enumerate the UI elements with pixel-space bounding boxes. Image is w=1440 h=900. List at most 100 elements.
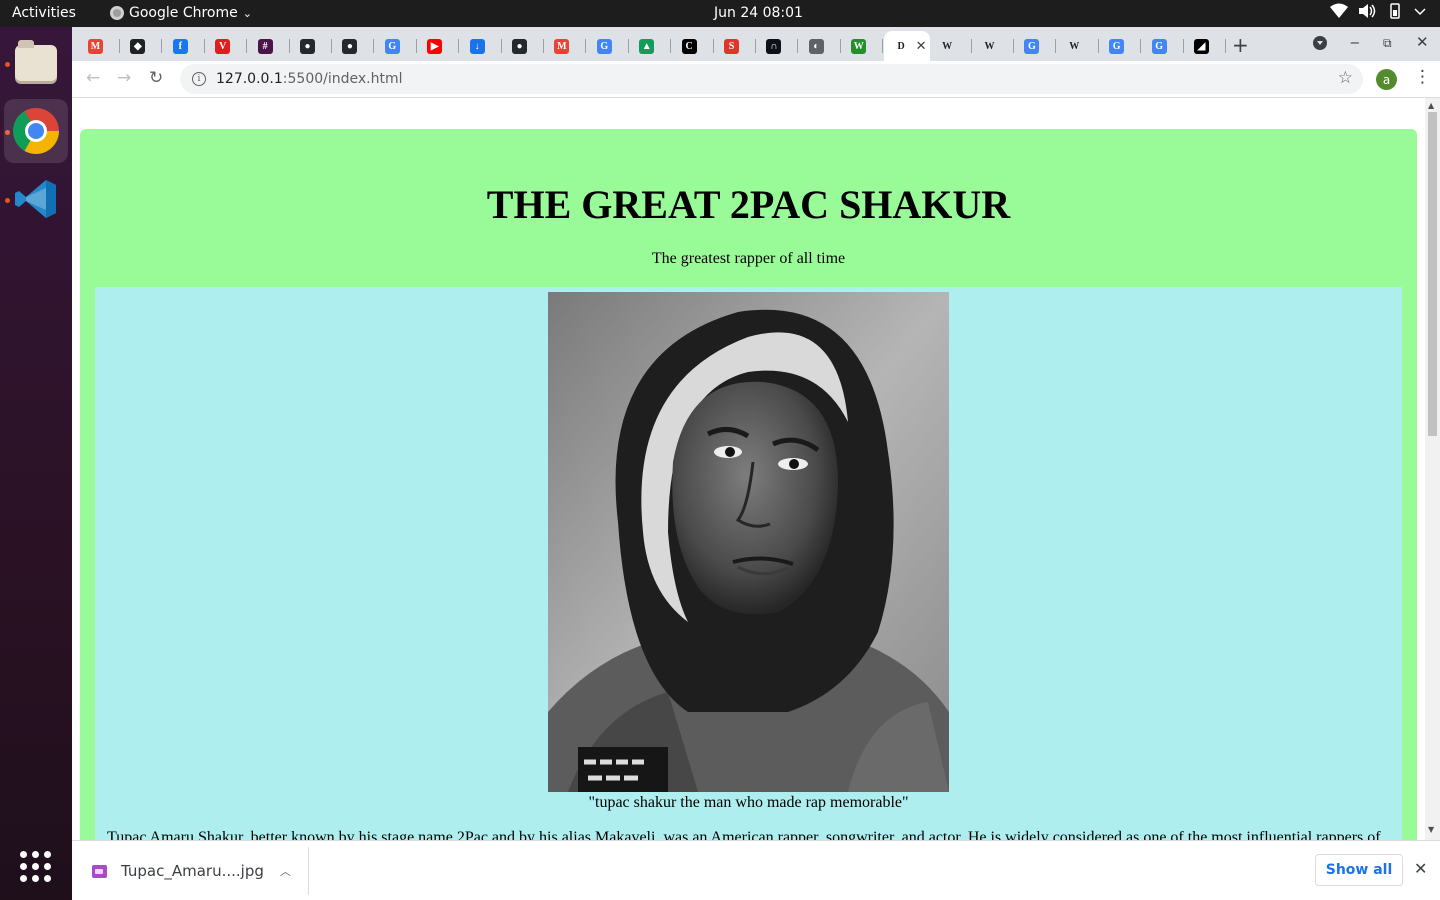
wikihow-icon: W — [851, 38, 867, 54]
tab-separator — [1225, 39, 1226, 53]
close-download-bar-icon[interactable]: ✕ — [1414, 859, 1427, 878]
profile-avatar[interactable]: a — [1376, 69, 1397, 90]
portrait-image — [548, 292, 949, 792]
google-icon: G — [1151, 38, 1167, 54]
activities-button[interactable]: Activities — [12, 5, 76, 21]
forward-button[interactable]: → — [117, 68, 131, 88]
bookmark-star-icon[interactable]: ☆ — [1338, 68, 1353, 88]
browser-menu-icon[interactable]: ⋮ — [1414, 67, 1431, 87]
page-scrollbar[interactable]: ▲ ▼ — [1425, 98, 1440, 840]
dock-chrome[interactable] — [4, 99, 68, 163]
dock-vscode[interactable] — [4, 167, 68, 231]
tab-strip: M ◆ f V # ● ● G ▶ ↓ ● M G ▲ C S ∩ ◐ W D ✕ W W G W G G ◢ + ‒ ⧉ ✕ — [72, 27, 1440, 61]
reload-button[interactable]: ↻ — [149, 68, 163, 88]
browser-tab[interactable]: C — [672, 31, 714, 61]
browser-tab[interactable]: M — [544, 31, 587, 61]
download-item[interactable]: Tupac_Amaru....jpg ︿ — [72, 847, 309, 895]
close-tab-icon[interactable]: ✕ — [916, 39, 927, 54]
terminal-icon: ∩ — [766, 38, 782, 54]
scribd-icon: S — [724, 38, 739, 54]
chrome-small-icon — [110, 6, 124, 20]
browser-tab[interactable]: G — [1014, 31, 1057, 61]
google-icon: G — [1109, 38, 1125, 54]
facebook-icon: f — [172, 38, 188, 54]
globe-icon: ◐ — [808, 38, 824, 54]
back-button[interactable]: ← — [86, 68, 100, 88]
clock[interactable]: Jun 24 08:01 — [714, 5, 803, 21]
browser-tab[interactable]: ◢ — [1184, 31, 1226, 61]
codecademy-icon: C — [681, 38, 697, 54]
document-icon: D — [897, 40, 905, 52]
browser-tab[interactable]: ↓ — [460, 31, 502, 61]
new-tab-button[interactable]: + — [1232, 33, 1249, 57]
google-drive-icon: ▲ — [639, 38, 655, 54]
browser-tab[interactable]: ● — [290, 31, 332, 61]
chevron-up-icon[interactable]: ︿ — [280, 863, 291, 879]
browser-tab[interactable]: # — [248, 31, 290, 61]
browser-tab[interactable]: ∩ — [756, 31, 799, 61]
show-applications-icon[interactable] — [20, 851, 52, 883]
scroll-up-arrow[interactable]: ▲ — [1428, 101, 1434, 110]
gmail-icon: M — [88, 38, 103, 54]
vivaldi-icon: V — [215, 38, 231, 54]
browser-tab[interactable]: S — [714, 31, 756, 61]
browser-tab[interactable]: W — [841, 31, 884, 61]
page-subtitle: The greatest rapper of all time — [651, 250, 846, 267]
dock — [0, 27, 72, 900]
browser-toolbar: ← → ↻ i 127.0.0.1:5500/index.html ☆ a ⋮ — [72, 61, 1440, 98]
close-window-button[interactable]: ✕ — [1416, 33, 1429, 51]
google-icon: G — [1024, 38, 1040, 54]
chevron-down-icon — [1414, 8, 1426, 16]
content-box: "tupac shakur the man who made rap memor… — [95, 287, 1402, 840]
address-bar[interactable]: i 127.0.0.1:5500/index.html ☆ — [180, 64, 1363, 94]
browser-tab[interactable]: ◆ — [120, 31, 163, 61]
github-icon: ● — [512, 38, 527, 54]
show-all-button[interactable]: Show all — [1315, 854, 1403, 886]
image-caption: "tupac shakur the man who made rap memor… — [588, 794, 909, 811]
web-viewport: THE GREAT 2PAC SHAKUR The greatest rappe… — [72, 98, 1440, 840]
slack-icon: # — [257, 38, 273, 54]
github-icon: ● — [300, 38, 315, 54]
scroll-down-arrow[interactable]: ▼ — [1428, 825, 1434, 834]
browser-tab[interactable]: G — [587, 31, 629, 61]
browser-tab[interactable]: ▶ — [417, 31, 460, 61]
gmail-icon: M — [554, 38, 570, 54]
tab-search-icon[interactable] — [1313, 36, 1327, 50]
minimize-button[interactable]: ‒ — [1350, 33, 1360, 51]
browser-tab[interactable]: ◐ — [799, 31, 841, 61]
bio-paragraph: Tupac Amaru Shakur, better known by his … — [107, 829, 1381, 840]
wikipedia-icon: W — [984, 40, 995, 52]
browser-tab[interactable]: ▲ — [629, 31, 672, 61]
browser-tab[interactable]: G — [375, 31, 417, 61]
browser-tab[interactable]: W — [930, 31, 972, 61]
site-info-icon[interactable]: i — [192, 72, 206, 86]
google-icon: G — [596, 38, 612, 54]
wifi-icon — [1330, 3, 1348, 18]
browser-tab[interactable]: G — [1099, 31, 1142, 61]
system-top-bar: Activities Google Chrome ⌄ Jun 24 08:01 — [0, 0, 1440, 27]
url-text[interactable]: 127.0.0.1:5500/index.html — [216, 71, 403, 87]
browser-tab[interactable]: f — [163, 31, 205, 61]
browser-tab[interactable]: ● — [502, 31, 544, 61]
dock-files[interactable] — [4, 31, 68, 95]
codepen-icon: ◆ — [130, 38, 146, 54]
chrome-icon — [13, 108, 59, 154]
browser-tab[interactable]: ● — [332, 31, 375, 61]
wikipedia-icon: W — [1069, 40, 1080, 52]
browser-tab[interactable]: W — [1057, 31, 1099, 61]
image-file-icon — [92, 864, 107, 878]
browser-tab[interactable]: V — [205, 31, 248, 61]
app-menu[interactable]: Google Chrome ⌄ — [110, 5, 252, 21]
system-tray[interactable] — [1330, 3, 1426, 19]
scroll-thumb[interactable] — [1428, 112, 1437, 436]
browser-tab[interactable]: G — [1142, 31, 1184, 61]
wikipedia-icon: W — [942, 40, 953, 52]
download-icon: ↓ — [469, 38, 485, 54]
chevron-down-icon: ⌄ — [242, 6, 252, 20]
replit-icon: ◢ — [1194, 38, 1209, 54]
browser-tab[interactable]: W — [972, 31, 1014, 61]
vscode-icon — [15, 180, 56, 218]
browser-tab[interactable]: M — [78, 31, 120, 61]
browser-tab[interactable]: D ✕ — [883, 31, 930, 61]
restore-button[interactable]: ⧉ — [1383, 36, 1392, 51]
